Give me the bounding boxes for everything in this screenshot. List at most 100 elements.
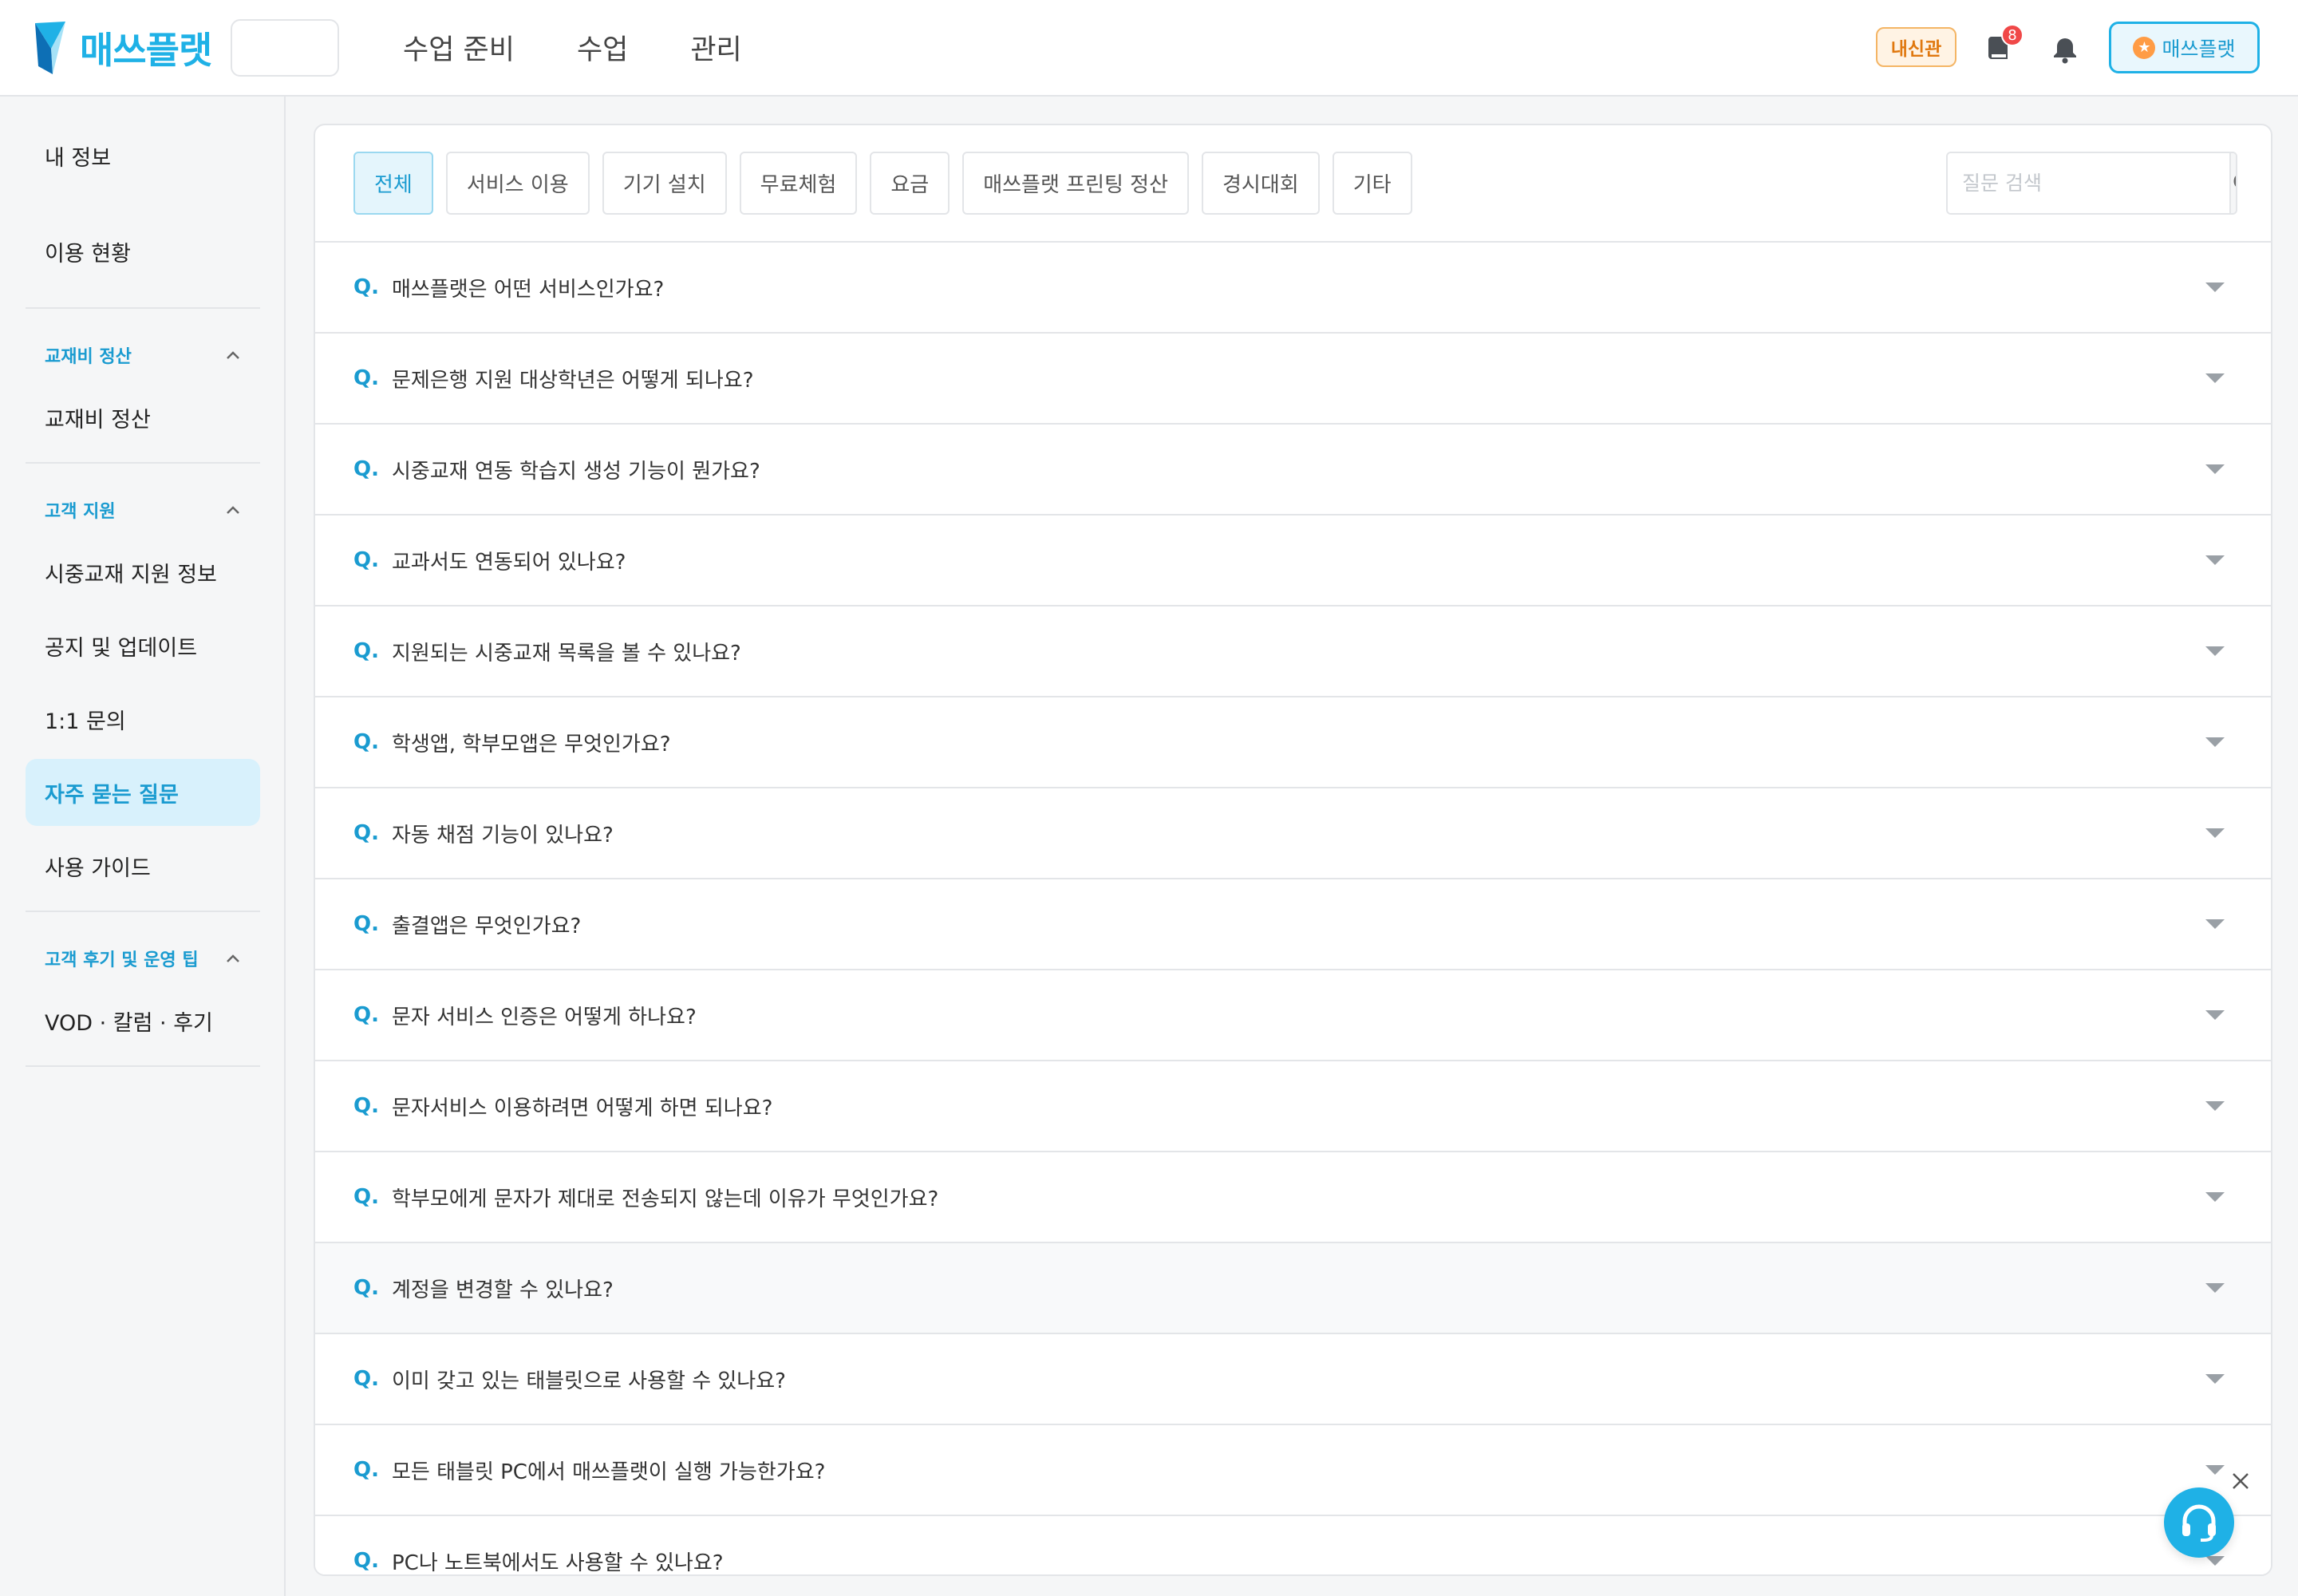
caret-down-icon[interactable] bbox=[2205, 1373, 2225, 1385]
faq-row[interactable]: Q. 학부모에게 문자가 제대로 전송되지 않는데 이유가 무엇인가요? bbox=[315, 1151, 2271, 1242]
nav-item-manage[interactable]: 관리 bbox=[690, 27, 741, 68]
filter-chip-all[interactable]: 전체 bbox=[353, 152, 433, 215]
caret-down-icon[interactable] bbox=[2205, 828, 2225, 839]
sidebar-section-support[interactable]: 고객 지원 bbox=[45, 497, 241, 523]
faq-q-prefix: Q. bbox=[353, 1549, 379, 1573]
top-navbar: 매쓰플랫 수업 준비 수업 관리 내신관 8 ★ 매쓰플랫 bbox=[0, 0, 2298, 97]
close-icon[interactable] bbox=[2230, 1471, 2251, 1491]
sidebar-item-vod[interactable]: VOD · 칼럼 · 후기 bbox=[45, 1005, 213, 1037]
sidebar-item-usage[interactable]: 이용 현황 bbox=[45, 236, 131, 267]
sidebar-section-settlement[interactable]: 교재비 정산 bbox=[45, 342, 241, 368]
filter-chip-device[interactable]: 기기 설치 bbox=[602, 152, 727, 215]
faq-row[interactable]: Q. 교과서도 연동되어 있나요? bbox=[315, 514, 2271, 605]
faq-q-prefix: Q. bbox=[353, 730, 379, 754]
sidebar-item-inquiry[interactable]: 1:1 문의 bbox=[45, 704, 126, 735]
faq-row[interactable]: Q. 시중교재 연동 학습지 생성 기능이 뭔가요? bbox=[315, 423, 2271, 514]
main-nav: 수업 준비 수업 관리 bbox=[403, 0, 804, 94]
sidebar-item-textbook-info[interactable]: 시중교재 지원 정보 bbox=[45, 557, 217, 588]
search-button[interactable] bbox=[2229, 153, 2236, 213]
profile-button[interactable]: ★ 매쓰플랫 bbox=[2109, 22, 2260, 73]
help-chat-button[interactable] bbox=[2164, 1487, 2234, 1558]
faq-question: 이미 갖고 있는 태블릿으로 사용할 수 있나요? bbox=[392, 1369, 786, 1393]
filter-chip-contest[interactable]: 경시대회 bbox=[1202, 152, 1320, 215]
faq-q-prefix: Q. bbox=[353, 1003, 379, 1027]
faq-row[interactable]: Q. 출결앱은 무엇인가요? bbox=[315, 878, 2271, 969]
faq-q-prefix: Q. bbox=[353, 548, 379, 572]
sidebar-section-title: 교재비 정산 bbox=[45, 347, 132, 367]
sidebar-divider bbox=[26, 462, 260, 464]
logo[interactable]: 매쓰플랫 bbox=[35, 21, 212, 75]
faq-q-prefix: Q. bbox=[353, 912, 379, 936]
faq-q-prefix: Q. bbox=[353, 1094, 379, 1118]
caret-down-icon[interactable] bbox=[2205, 1282, 2225, 1294]
sidebar-item-settlement[interactable]: 교재비 정산 bbox=[45, 402, 151, 433]
faq-question: 학부모에게 문자가 제대로 전송되지 않는데 이유가 무엇인가요? bbox=[392, 1187, 939, 1211]
caret-down-icon[interactable] bbox=[2205, 1555, 2225, 1566]
caret-down-icon[interactable] bbox=[2205, 646, 2225, 657]
faq-row[interactable]: Q. 이미 갖고 있는 태블릿으로 사용할 수 있나요? bbox=[315, 1333, 2271, 1424]
sidebar-section-title: 고객 지원 bbox=[45, 502, 116, 522]
faq-row[interactable]: Q. 문자서비스 이용하려면 어떻게 하면 되나요? bbox=[315, 1060, 2271, 1151]
bell-icon[interactable] bbox=[2051, 35, 2079, 64]
sidebar-divider bbox=[26, 911, 260, 912]
faq-q-prefix: Q. bbox=[353, 821, 379, 845]
nav-item-class-prep[interactable]: 수업 준비 bbox=[403, 27, 515, 68]
faq-q-prefix: Q. bbox=[353, 639, 379, 663]
search-input[interactable] bbox=[1948, 153, 2229, 213]
caret-down-icon[interactable] bbox=[2205, 1009, 2225, 1021]
faq-list: Q. 매쓰플랫은 어떤 서비스인가요? Q. 문제은행 지원 대상학년은 어떻게 되나… bbox=[315, 241, 2271, 1575]
chevron-up-icon bbox=[227, 506, 239, 514]
category-filters: 전체 서비스 이용 기기 설치 무료체험 요금 매쓰플랫 프린팅 정산 경시대회… bbox=[353, 152, 1425, 215]
sidebar-section-reviews[interactable]: 고객 후기 및 운영 팁 bbox=[45, 946, 241, 971]
faq-question: 계정을 변경할 수 있나요? bbox=[392, 1278, 614, 1302]
faq-card: 전체 서비스 이용 기기 설치 무료체험 요금 매쓰플랫 프린팅 정산 경시대회… bbox=[314, 124, 2272, 1576]
faq-question: 자동 채점 기능이 있나요? bbox=[392, 823, 614, 847]
logo-text: 매쓰플랫 bbox=[80, 29, 212, 72]
faq-row[interactable]: Q. 매쓰플랫은 어떤 서비스인가요? bbox=[315, 241, 2271, 332]
profile-label: 매쓰플랫 bbox=[2162, 37, 2236, 61]
naesin-button[interactable]: 내신관 bbox=[1876, 27, 1956, 67]
nav-item-class[interactable]: 수업 bbox=[577, 27, 628, 68]
caret-down-icon[interactable] bbox=[2205, 1191, 2225, 1203]
academy-selector[interactable] bbox=[231, 19, 339, 77]
faq-q-prefix: Q. bbox=[353, 1276, 379, 1300]
search-icon bbox=[2233, 175, 2236, 187]
caret-down-icon[interactable] bbox=[2205, 1464, 2225, 1476]
faq-row[interactable]: Q. PC나 노트북에서도 사용할 수 있나요? bbox=[315, 1515, 2271, 1575]
sidebar-item-notices[interactable]: 공지 및 업데이트 bbox=[45, 630, 197, 662]
caret-down-icon[interactable] bbox=[2205, 282, 2225, 293]
faq-question: 매쓰플랫은 어떤 서비스인가요? bbox=[392, 277, 665, 302]
faq-q-prefix: Q. bbox=[353, 275, 379, 299]
faq-question: 문자서비스 이용하려면 어떻게 하면 되나요? bbox=[392, 1096, 773, 1120]
filter-chip-pricing[interactable]: 요금 bbox=[870, 152, 950, 215]
book-badge: 8 bbox=[2001, 24, 2024, 46]
caret-down-icon[interactable] bbox=[2205, 918, 2225, 930]
sidebar-item-faq-label: 자주 묻는 질문 bbox=[45, 783, 179, 808]
faq-row[interactable]: Q. 학생앱, 학부모앱은 무엇인가요? bbox=[315, 696, 2271, 787]
headset-icon bbox=[2182, 1504, 2216, 1542]
sidebar-item-my-info[interactable]: 내 정보 bbox=[45, 140, 111, 172]
caret-down-icon[interactable] bbox=[2205, 737, 2225, 748]
faq-row[interactable]: Q. 지원되는 시중교재 목록을 볼 수 있나요? bbox=[315, 605, 2271, 696]
faq-row[interactable]: Q. 문자 서비스 인증은 어떻게 하나요? bbox=[315, 969, 2271, 1060]
faq-q-prefix: Q. bbox=[353, 1185, 379, 1209]
faq-row[interactable]: Q. 계정을 변경할 수 있나요? bbox=[315, 1242, 2271, 1333]
sidebar-divider bbox=[26, 1065, 260, 1067]
caret-down-icon[interactable] bbox=[2205, 464, 2225, 475]
faq-q-prefix: Q. bbox=[353, 457, 379, 481]
faq-question: 교과서도 연동되어 있나요? bbox=[392, 550, 626, 575]
filter-chip-etc[interactable]: 기타 bbox=[1332, 152, 1412, 215]
sidebar-section-title: 고객 후기 및 운영 팁 bbox=[45, 950, 199, 970]
caret-down-icon[interactable] bbox=[2205, 1100, 2225, 1112]
filter-chip-printing[interactable]: 매쓰플랫 프린팅 정산 bbox=[962, 152, 1190, 215]
faq-row[interactable]: Q. 문제은행 지원 대상학년은 어떻게 되나요? bbox=[315, 332, 2271, 423]
faq-row[interactable]: Q. 모든 태블릿 PC에서 매쓰플랫이 실행 가능한가요? bbox=[315, 1424, 2271, 1515]
sidebar-item-guide[interactable]: 사용 가이드 bbox=[45, 851, 151, 882]
caret-down-icon[interactable] bbox=[2205, 373, 2225, 384]
filter-chip-trial[interactable]: 무료체험 bbox=[739, 152, 858, 215]
faq-row[interactable]: Q. 자동 채점 기능이 있나요? bbox=[315, 787, 2271, 878]
faq-question: PC나 노트북에서도 사용할 수 있나요? bbox=[392, 1551, 724, 1575]
filter-chip-service[interactable]: 서비스 이용 bbox=[445, 152, 590, 215]
sidebar: 내 정보 이용 현황 교재비 정산 교재비 정산 고객 지원 시중교재 지원 정… bbox=[0, 97, 286, 1596]
caret-down-icon[interactable] bbox=[2205, 555, 2225, 566]
